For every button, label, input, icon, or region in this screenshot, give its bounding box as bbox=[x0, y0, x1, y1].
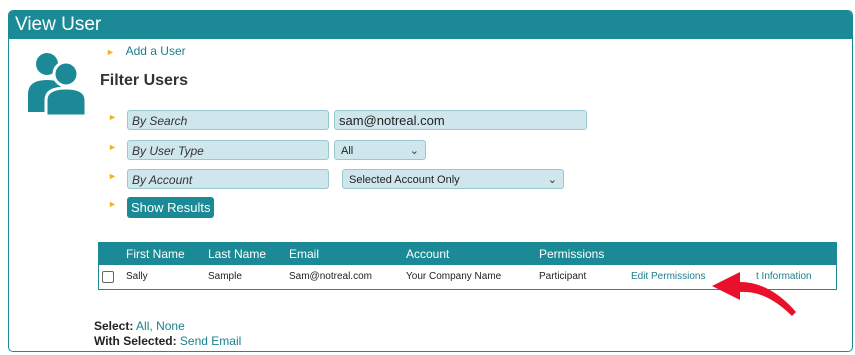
triangle-bullet-icon: ► bbox=[108, 171, 117, 181]
select-row: Select: All, None bbox=[94, 319, 185, 333]
col-first-name[interactable]: First Name bbox=[126, 243, 185, 265]
search-filter-label: By Search bbox=[127, 110, 329, 130]
col-account[interactable]: Account bbox=[406, 243, 449, 265]
account-select[interactable]: Selected Account Only ⌄ bbox=[342, 169, 564, 189]
row-checkbox[interactable] bbox=[102, 271, 114, 283]
chevron-down-icon: ⌄ bbox=[547, 174, 557, 186]
add-user-link[interactable]: Add a User bbox=[126, 44, 186, 58]
triangle-bullet-icon: ► bbox=[108, 112, 117, 122]
filter-row-search: ► By Search sam@notreal.com bbox=[104, 110, 604, 132]
with-selected-row: With Selected: Send Email bbox=[94, 334, 241, 348]
with-selected-label: With Selected: bbox=[94, 334, 177, 348]
add-user-link-row: ► Add a User bbox=[106, 44, 186, 58]
user-type-select[interactable]: All ⌄ bbox=[334, 140, 426, 160]
cell-first-name: Sally bbox=[126, 271, 148, 282]
user-type-selected: All bbox=[341, 145, 354, 157]
cell-last-name: Sample bbox=[208, 271, 242, 282]
search-input[interactable]: sam@notreal.com bbox=[334, 110, 587, 130]
select-separator: , bbox=[149, 319, 153, 333]
panel-title: View User bbox=[9, 11, 852, 39]
chevron-down-icon: ⌄ bbox=[409, 145, 419, 157]
user-type-filter-label: By User Type bbox=[127, 140, 329, 160]
account-filter-label: By Account bbox=[127, 169, 329, 189]
show-results-button[interactable]: Show Results bbox=[127, 197, 215, 218]
select-none-link[interactable]: None bbox=[156, 319, 185, 333]
table-header: First Name Last Name Email Account Permi… bbox=[99, 243, 836, 265]
filter-row-account: ► By Account Selected Account Only ⌄ bbox=[104, 169, 604, 191]
red-arrow-icon bbox=[712, 272, 796, 316]
filter-title: Filter Users bbox=[100, 72, 189, 89]
select-label: Select: bbox=[94, 319, 134, 333]
triangle-bullet-icon: ► bbox=[106, 47, 115, 57]
cell-email: Sam@notreal.com bbox=[289, 271, 372, 282]
filter-row-show: ► Show Results bbox=[104, 197, 404, 219]
account-selected: Selected Account Only bbox=[349, 174, 460, 186]
col-last-name[interactable]: Last Name bbox=[208, 243, 266, 265]
triangle-bullet-icon: ► bbox=[108, 142, 117, 152]
filter-row-user-type: ► By User Type All ⌄ bbox=[104, 140, 604, 162]
cell-account: Your Company Name bbox=[406, 271, 502, 282]
edit-permissions-link[interactable]: Edit Permissions bbox=[631, 265, 705, 289]
col-email[interactable]: Email bbox=[289, 243, 319, 265]
triangle-bullet-icon: ► bbox=[108, 199, 117, 209]
select-all-link[interactable]: All bbox=[136, 319, 149, 333]
users-icon bbox=[28, 53, 88, 117]
col-permissions[interactable]: Permissions bbox=[539, 243, 604, 265]
cell-permissions: Participant bbox=[539, 271, 587, 282]
send-email-link[interactable]: Send Email bbox=[180, 334, 241, 348]
